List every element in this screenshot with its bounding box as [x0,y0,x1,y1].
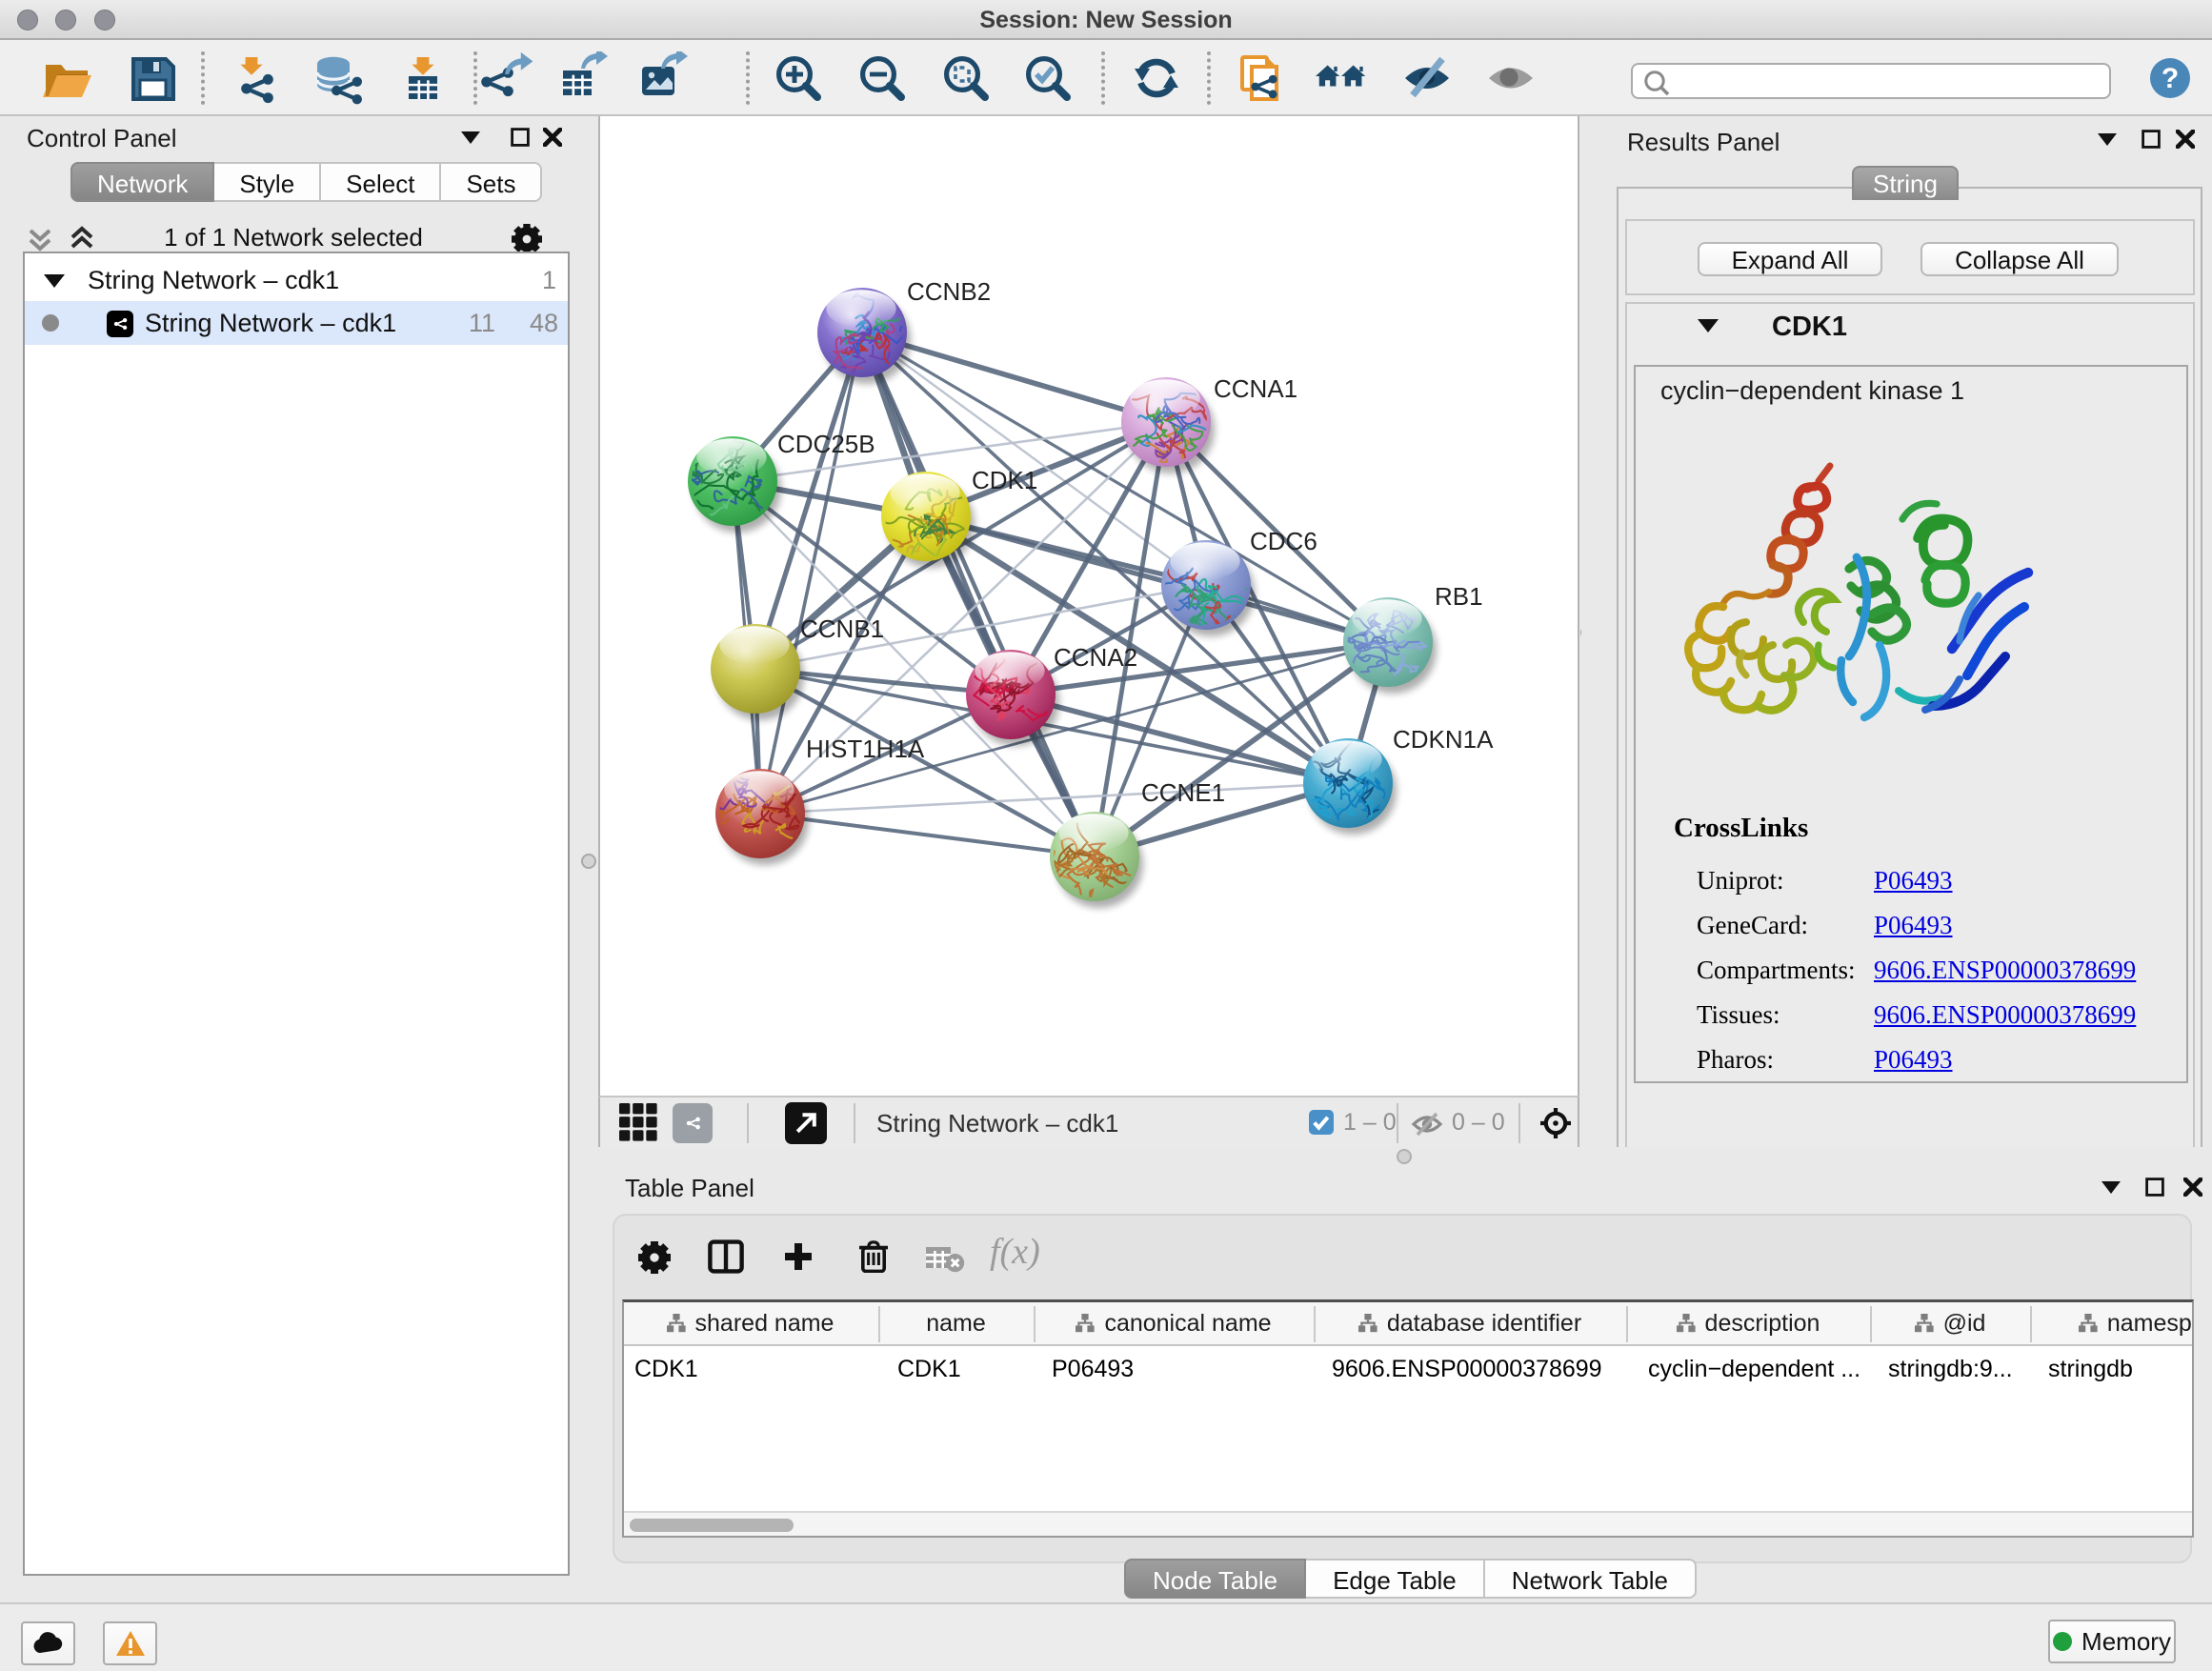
svg-text:?: ? [2162,63,2179,94]
svg-text:CDC6: CDC6 [1250,527,1317,555]
svg-text:CDKN1A: CDKN1A [1393,725,1494,754]
svg-text:CCNA2: CCNA2 [1054,643,1137,672]
svg-text:HIST1H1A: HIST1H1A [806,735,925,763]
svg-text:CCNB1: CCNB1 [800,614,884,643]
svg-text:CDK1: CDK1 [972,466,1037,494]
svg-text:CCNA1: CCNA1 [1214,374,1297,403]
svg-text:CDC25B: CDC25B [777,430,875,458]
svg-text:CCNB2: CCNB2 [907,277,991,306]
svg-text:CCNE1: CCNE1 [1141,778,1225,807]
svg-text:RB1: RB1 [1435,582,1483,611]
